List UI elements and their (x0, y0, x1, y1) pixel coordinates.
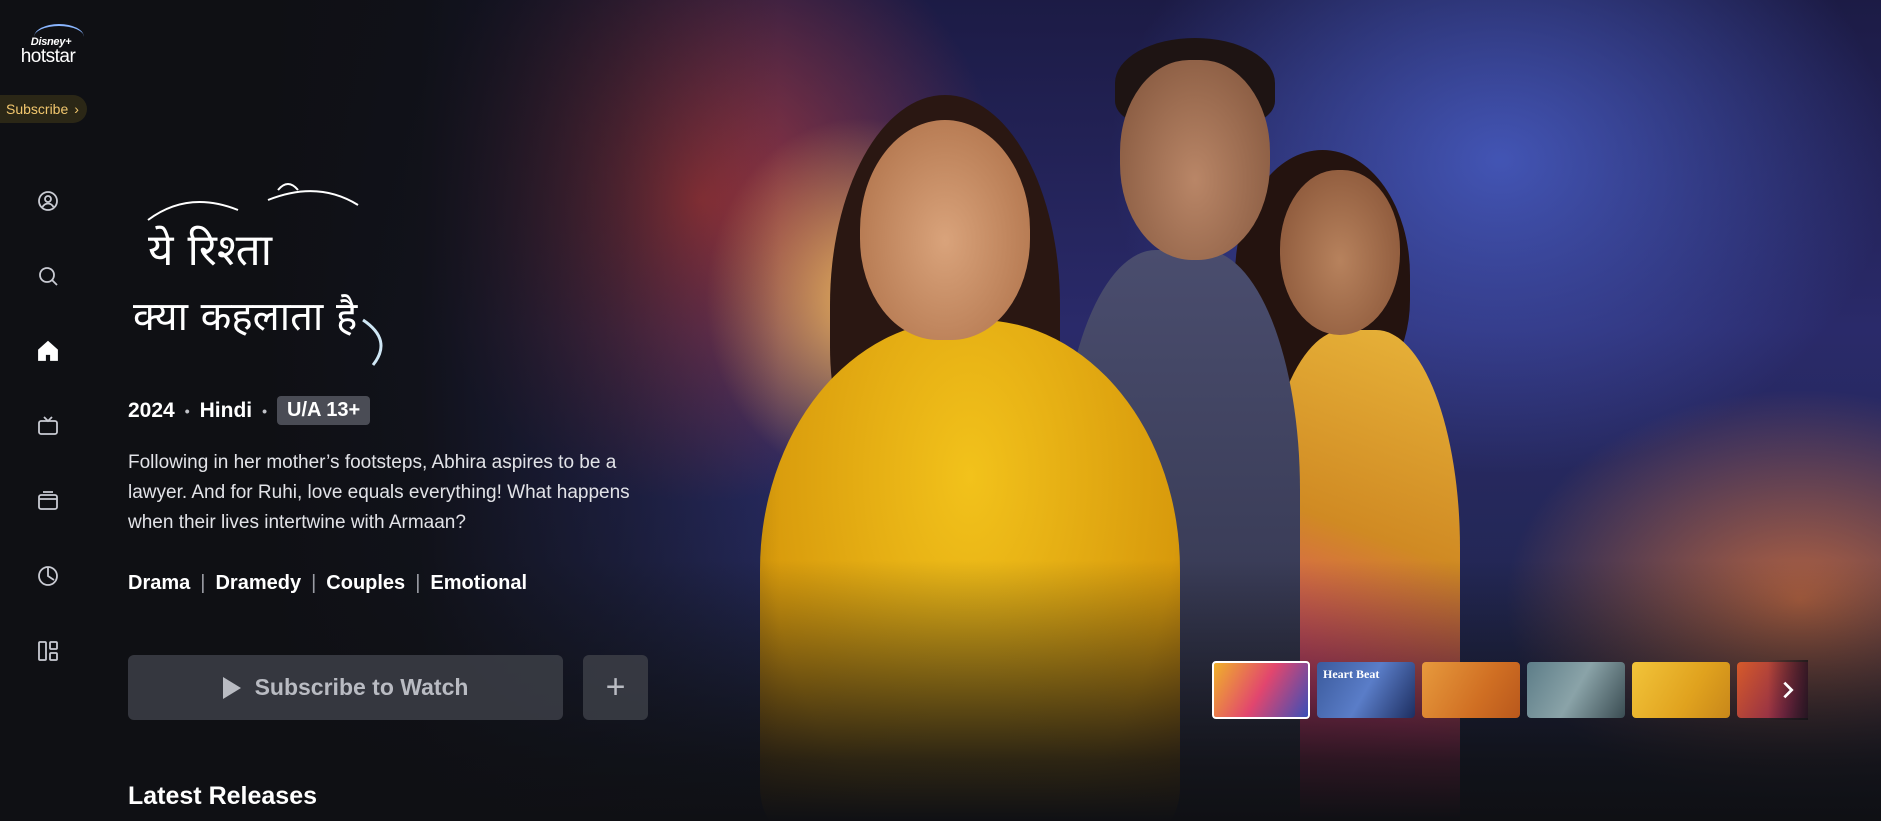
hero-thumbnail-carousel: Heart Beat (1212, 660, 1808, 720)
character-left-face (860, 120, 1030, 340)
sidebar: Disney+ hotstar Subscribe › (0, 0, 96, 821)
character-middle-hair (1115, 38, 1275, 128)
sidebar-item-categories[interactable] (28, 631, 68, 671)
categories-icon (38, 641, 58, 661)
chevron-right-icon (1783, 681, 1794, 699)
subscribe-to-watch-button[interactable]: Subscribe to Watch (128, 655, 563, 720)
character-right-hair (1235, 150, 1410, 400)
sports-icon (38, 566, 58, 586)
character-left-hair (830, 95, 1060, 515)
genre-list: Drama | Dramedy | Couples | Emotional (128, 572, 527, 595)
character-middle-body (1060, 250, 1300, 821)
character-left-body (760, 320, 1180, 821)
thumbnail-label: Heart Beat (1323, 667, 1380, 681)
home-icon (38, 340, 58, 361)
sidebar-item-home[interactable] (28, 331, 68, 371)
character-middle-face (1120, 60, 1270, 260)
genre-tag: Couples (326, 572, 406, 594)
hero-thumbnail[interactable] (1422, 662, 1520, 718)
genre-tag: Drama (128, 572, 191, 594)
show-description: Following in her mother’s footsteps, Abh… (128, 452, 630, 533)
sidebar-item-movies[interactable] (28, 481, 68, 521)
logo-arc (34, 24, 84, 50)
hero-thumbnail[interactable]: Heart Beat (1317, 662, 1415, 718)
play-icon (222, 676, 241, 699)
subscribe-label: Subscribe (6, 101, 69, 117)
sidebar-item-search[interactable] (28, 256, 68, 296)
genre-tag: Dramedy (215, 572, 302, 594)
movies-icon (38, 491, 58, 510)
genre-separator: | (311, 572, 317, 594)
title-logo-line-1: ये रिश्ता (148, 225, 274, 276)
hero-thumbnail[interactable] (1212, 661, 1310, 719)
add-to-watchlist-button[interactable]: + (583, 655, 648, 720)
genre-tag: Emotional (430, 572, 528, 594)
meta-separator: • (262, 402, 268, 419)
chevron-right-icon: › (74, 101, 79, 117)
sidebar-item-profile[interactable] (28, 181, 68, 221)
title-logo-line-2: क्या कहलाता है (133, 294, 358, 340)
hero-thumbnail[interactable] (1527, 662, 1625, 718)
latest-releases-heading: Latest Releases (128, 782, 318, 810)
tv-icon (38, 416, 58, 435)
hero-thumbnail[interactable] (1632, 662, 1730, 718)
hotstar-logo[interactable]: Disney+ hotstar (12, 24, 84, 68)
carousel-next-button[interactable] (1768, 660, 1808, 720)
user-circle-icon (38, 191, 58, 211)
character-right-body (1260, 330, 1460, 821)
subscribe-to-watch-label: Subscribe to Watch (254, 674, 469, 700)
show-year: 2024 (128, 398, 175, 422)
show-language: Hindi (199, 398, 253, 422)
search-icon (39, 267, 58, 286)
show-meta: 2024 • Hindi • U/A 13+ (128, 396, 371, 425)
character-right-face (1280, 170, 1400, 335)
genre-separator: | (200, 572, 206, 594)
subscribe-button[interactable]: Subscribe › (0, 95, 87, 123)
show-title-logo: ये रिश्ता क्या कहलाता है (133, 183, 383, 366)
sidebar-item-sports[interactable] (28, 556, 68, 596)
sidebar-item-tv[interactable] (28, 406, 68, 446)
logo-hotstar-text: hotstar (20, 46, 76, 67)
genre-separator: | (415, 572, 421, 594)
rating-badge: U/A 13+ (277, 396, 371, 425)
meta-separator: • (184, 402, 190, 419)
